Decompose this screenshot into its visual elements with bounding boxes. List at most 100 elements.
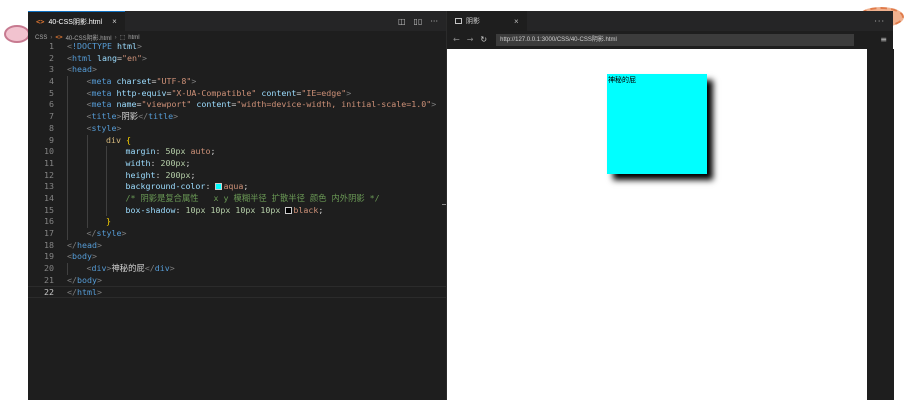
line-number: 13	[44, 181, 54, 192]
code-line[interactable]: 18 </head>	[28, 240, 446, 252]
code-token: content	[196, 99, 232, 110]
indent-guide	[67, 134, 68, 147]
code-text: <meta name="viewport" content="width=dev…	[87, 99, 437, 111]
code-text: /* 阴影是复合属性 x y 模糊半径 扩散半径 颜色 内外阴影 */	[126, 193, 380, 205]
code-token: "en"	[121, 52, 142, 63]
indent-guide	[67, 146, 68, 158]
code-line[interactable]: 8 <style>	[28, 122, 446, 135]
menu-icon[interactable]: ≡	[880, 35, 887, 44]
indent-guide	[106, 169, 107, 182]
color-swatch[interactable]	[215, 183, 223, 191]
line-number: 16	[44, 216, 54, 227]
code-token: >	[173, 111, 179, 122]
shadow-demo-box: 神秘的屁	[607, 74, 707, 174]
code-token: 10px	[185, 204, 206, 215]
color-swatch[interactable]	[285, 206, 293, 214]
line-number: 11	[44, 157, 54, 168]
code-token: 阴影	[121, 111, 139, 122]
address-bar[interactable]: http://127.0.0.1:3000/CSS/40-CSS阴影.html	[496, 33, 855, 46]
code-line[interactable]: 16}	[28, 216, 446, 228]
code-line[interactable]: 7 <title>阴影</title>	[28, 111, 446, 123]
line-number: 22	[44, 287, 54, 298]
code-line[interactable]: 1 <!DOCTYPE html>	[28, 41, 446, 53]
line-number: 21	[44, 274, 54, 285]
browser-tab[interactable]: 阴影 ×	[447, 11, 527, 31]
editor-pane: <> 40-CSS阴影.html × ◫ ▯▯ ··· CSS › <> 40-…	[28, 11, 446, 400]
code-line[interactable]: 12 height: 200px;	[28, 169, 446, 182]
indent-guide	[67, 263, 68, 275]
code-token: title	[148, 111, 174, 122]
code-text: <head>	[67, 64, 97, 76]
line-number: 1	[49, 41, 54, 51]
chevron-right-icon: ›	[114, 34, 117, 41]
split-editor-icon[interactable]: ▯▯	[414, 17, 423, 26]
code-token: </	[86, 228, 97, 238]
code-line[interactable]: 9 div {	[28, 134, 446, 147]
code-token: style	[91, 122, 117, 133]
code-line[interactable]: 5 <meta http-equiv="X-UA-Compatible" cont…	[28, 87, 446, 100]
code-area[interactable]: 1 <!DOCTYPE html> 2 <html lang="en"> 3 <head>…	[28, 41, 446, 299]
more-actions-icon[interactable]: ···	[430, 17, 438, 26]
line-number: 4	[49, 76, 54, 87]
code-line[interactable]: 21 </body>	[28, 275, 446, 287]
code-line[interactable]: 15 box-shadow: 10px 10px 10px 10px black;	[28, 204, 446, 217]
code-token: width	[125, 157, 151, 168]
code-line[interactable]: 19 <body>	[28, 251, 446, 263]
code-token: body	[72, 251, 92, 262]
open-preview-icon[interactable]: ◫	[398, 17, 406, 26]
breadcrumb-symbol[interactable]: html	[128, 35, 139, 41]
code-token: {	[126, 134, 131, 145]
indent-guide	[106, 146, 107, 158]
line-number: 18	[44, 239, 54, 250]
code-token: div	[91, 263, 107, 274]
code-token: "X-UA-Compatible"	[171, 87, 257, 98]
code-text: </head>	[67, 240, 102, 252]
code-token: </	[67, 274, 77, 285]
indent-guide	[106, 204, 107, 217]
line-number: 6	[49, 99, 54, 110]
code-token: "viewport"	[141, 99, 192, 110]
back-icon[interactable]: ←	[453, 35, 460, 44]
page-viewport: 神秘的屁	[447, 49, 867, 400]
code-token: >	[136, 41, 142, 51]
vscode-window: <> 40-CSS阴影.html × ◫ ▯▯ ··· CSS › <> 40-…	[28, 11, 894, 400]
indent-guide	[106, 181, 107, 193]
line-number: 10	[44, 146, 54, 157]
code-line[interactable]: 13 background-color: aqua;	[28, 181, 446, 193]
indent-guide	[67, 192, 68, 205]
reload-icon[interactable]: ↻	[480, 35, 487, 44]
code-token: html	[116, 41, 137, 51]
code-line[interactable]: 20 <div>神秘的屁</div>	[28, 263, 446, 275]
editor-tab-active[interactable]: <> 40-CSS阴影.html ×	[28, 11, 125, 31]
editor-actions: ◫ ▯▯ ···	[398, 11, 446, 31]
indent-guide	[86, 181, 88, 193]
line-number: 9	[49, 134, 54, 145]
html-file-icon: <>	[36, 17, 45, 26]
code-text: </html>	[67, 287, 102, 299]
close-icon[interactable]: ×	[514, 17, 519, 26]
close-icon[interactable]: ×	[112, 17, 117, 26]
code-token: >	[96, 239, 102, 250]
code-line[interactable]: 10 margin: 50px auto;	[28, 146, 446, 158]
code-line[interactable]: 2 <html lang="en">	[28, 53, 446, 65]
code-line[interactable]: 6 <meta name="viewport" content="width=de…	[28, 99, 446, 112]
more-actions-icon[interactable]: ···	[874, 17, 893, 26]
desktop-decoration-left	[4, 25, 30, 43]
code-line[interactable]: 17 </style>	[28, 228, 446, 240]
forward-icon[interactable]: →	[467, 35, 474, 44]
code-text: </body>	[67, 275, 102, 287]
editor-tabbar: <> 40-CSS阴影.html × ◫ ▯▯ ···	[28, 11, 446, 31]
indent-guide	[67, 216, 68, 228]
code-text: }	[106, 216, 111, 228]
code-token: >	[191, 76, 197, 87]
code-token: name	[116, 99, 137, 110]
breadcrumb-folder[interactable]: CSS	[35, 35, 47, 41]
code-line[interactable]: 3 <head>	[28, 64, 446, 76]
code-token: >	[346, 87, 352, 98]
code-token: "width=device-width, initial-scale=1.0"	[236, 99, 432, 110]
code-line[interactable]: 14 /* 阴影是复合属性 x y 模糊半径 扩散半径 颜色 内外阴影 */	[28, 192, 446, 205]
line-number: 3	[49, 64, 54, 75]
code-line[interactable]: 4 <meta charset="UTF-8">	[28, 76, 446, 88]
code-line[interactable]: 22 </html>	[28, 286, 446, 299]
code-line[interactable]: 11 width: 200px;	[28, 157, 446, 170]
